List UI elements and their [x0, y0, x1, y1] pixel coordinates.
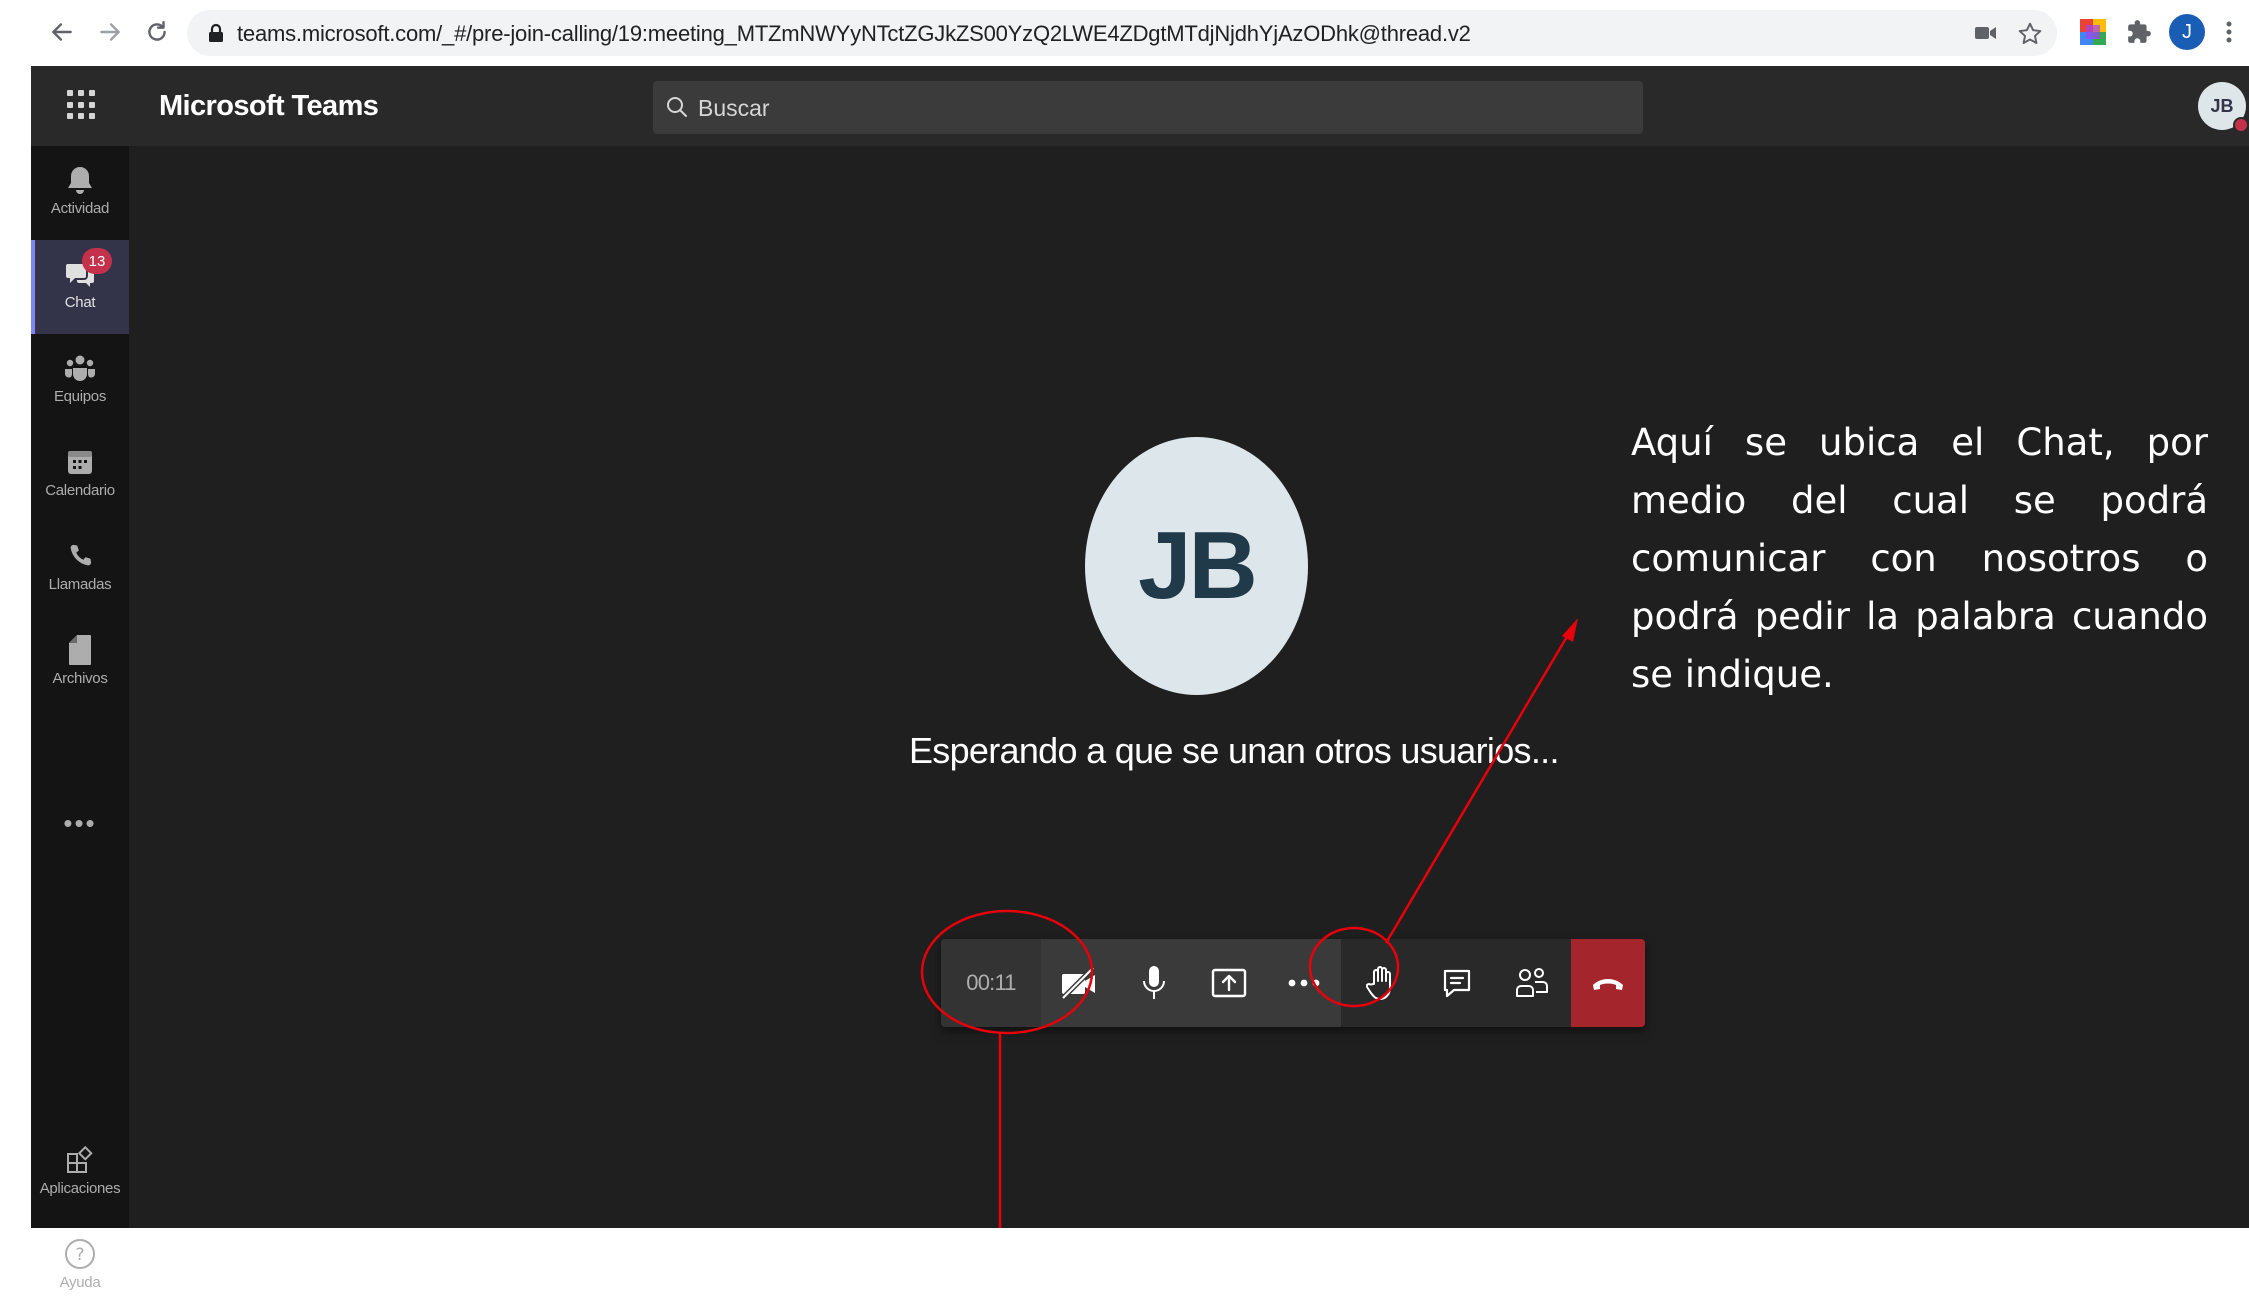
bell-icon	[62, 162, 98, 198]
camera-off-icon	[1060, 966, 1095, 1000]
rail-item-label: Actividad	[50, 200, 110, 217]
microphone-toggle-button[interactable]	[1116, 939, 1191, 1027]
rail-item-calendario[interactable]: Calendario	[31, 428, 129, 522]
teams-header: Microsoft Teams Buscar JB	[31, 66, 2249, 146]
rail-item-chat[interactable]: 13 Chat	[31, 240, 129, 334]
calendar-icon	[62, 444, 98, 480]
browser-menu-icon[interactable]	[2219, 16, 2239, 48]
rail-item-label: Llamadas	[48, 576, 112, 593]
help-icon: ?	[62, 1236, 98, 1272]
camera-blocked-icon	[1975, 27, 1996, 39]
presence-status-dot	[2233, 117, 2249, 133]
chat-icon: 13	[62, 248, 112, 292]
search-placeholder: Buscar	[698, 95, 770, 121]
reload-icon	[148, 21, 166, 41]
chat-icon	[1443, 969, 1470, 998]
forward-button[interactable]	[92, 14, 128, 50]
apps-icon	[62, 1142, 98, 1178]
hang-up-icon	[1593, 979, 1623, 990]
participants-button[interactable]	[1494, 939, 1569, 1027]
browser-toolbar: teams.microsoft.com/_#/pre-join-calling/…	[0, 0, 2249, 66]
call-controls-bar: 00:11	[941, 939, 1645, 1027]
back-button[interactable]	[44, 14, 80, 50]
raise-hand-button[interactable]	[1344, 939, 1419, 1027]
annotation-text: Aquí se ubica el Chat, por medio del cua…	[1631, 421, 2208, 696]
more-apps-icon[interactable]: •••	[31, 810, 129, 836]
address-bar[interactable]: teams.microsoft.com/_#/pre-join-calling/…	[187, 10, 2057, 56]
search-input[interactable]: Buscar	[653, 81, 1643, 134]
share-screen-icon	[1211, 968, 1246, 998]
raise-hand-icon	[1365, 966, 1391, 1000]
extension-colorful-icon[interactable]	[2077, 16, 2109, 48]
star-icon	[2018, 22, 2042, 44]
rail-item-equipos[interactable]: Equipos	[31, 334, 129, 428]
camera-toggle-button[interactable]	[1041, 939, 1116, 1027]
app-rail: Actividad 13 Chat Equipos Calendario Lla…	[31, 146, 129, 1291]
chat-unread-badge: 13	[82, 248, 112, 274]
file-icon	[62, 632, 98, 668]
call-timer: 00:11	[941, 939, 1041, 1027]
rail-item-label: Calendario	[45, 482, 115, 499]
phone-icon	[62, 538, 98, 574]
chat-button[interactable]	[1419, 939, 1494, 1027]
arrow-right-icon	[100, 23, 120, 41]
rail-item-label: Chat	[64, 294, 96, 311]
more-icon	[1288, 979, 1319, 987]
svg-text:?: ?	[75, 1245, 84, 1265]
app-launcher-icon[interactable]	[67, 90, 97, 120]
arrow-left-icon	[52, 23, 72, 41]
teams-icon	[62, 350, 98, 386]
participants-icon	[1515, 968, 1548, 997]
search-icon	[667, 97, 687, 117]
extensions-puzzle-icon[interactable]	[2123, 16, 2155, 48]
participant-avatar: JB	[1085, 437, 1308, 695]
reload-button[interactable]	[139, 14, 175, 50]
microphone-icon	[1142, 966, 1165, 999]
share-screen-button[interactable]	[1191, 939, 1266, 1027]
profile-avatar[interactable]: J	[2169, 14, 2205, 50]
rail-item-llamadas[interactable]: Llamadas	[31, 522, 129, 616]
rail-item-label: Aplicaciones	[39, 1180, 121, 1197]
url-text: teams.microsoft.com/_#/pre-join-calling/…	[237, 21, 1471, 46]
rail-item-actividad[interactable]: Actividad	[31, 146, 129, 240]
rail-item-label: Ayuda	[59, 1274, 101, 1291]
rail-item-aplicaciones[interactable]: Aplicaciones	[31, 1126, 129, 1220]
hang-up-button[interactable]	[1571, 939, 1645, 1027]
rail-item-label: Archivos	[52, 670, 108, 687]
more-actions-button[interactable]	[1266, 939, 1341, 1027]
waiting-status-text: Esperando a que se unan otros usuarios..…	[909, 730, 1559, 771]
rail-item-label: Equipos	[53, 388, 107, 405]
app-title: Microsoft Teams	[159, 90, 379, 122]
rail-item-archivos[interactable]: Archivos	[31, 616, 129, 710]
rail-item-ayuda[interactable]: ? Ayuda	[31, 1220, 129, 1314]
lock-icon	[209, 23, 223, 42]
